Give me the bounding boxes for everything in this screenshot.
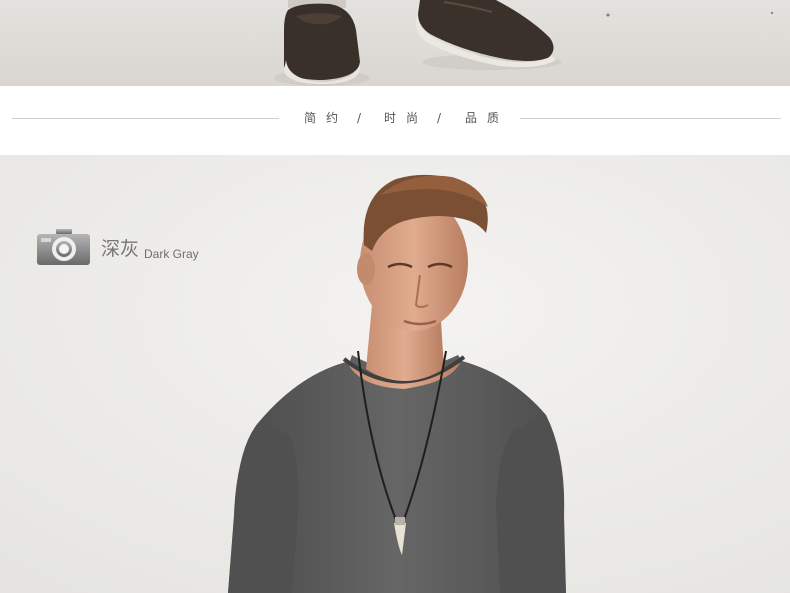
shoes-photo-image (0, 0, 790, 86)
camera-icon (37, 229, 90, 265)
slogan-divider: 简约 / 时尚 / 品质 (0, 86, 790, 155)
slogan-word-fashion: 时尚 (384, 111, 429, 125)
color-name-english: Dark Gray (144, 247, 199, 261)
divider-line-left (12, 118, 279, 119)
slogan-separator-2: / (437, 111, 442, 125)
model-photo-image (0, 155, 790, 593)
slogan-word-quality: 品质 (465, 111, 510, 125)
shoes-photo (0, 0, 790, 86)
model-photo (0, 155, 790, 593)
divider-line-right (520, 118, 781, 119)
slogan-separator-1: / (357, 111, 362, 125)
color-name-chinese: 深灰 (101, 238, 140, 260)
slogan-word-simple: 简约 (304, 111, 349, 125)
